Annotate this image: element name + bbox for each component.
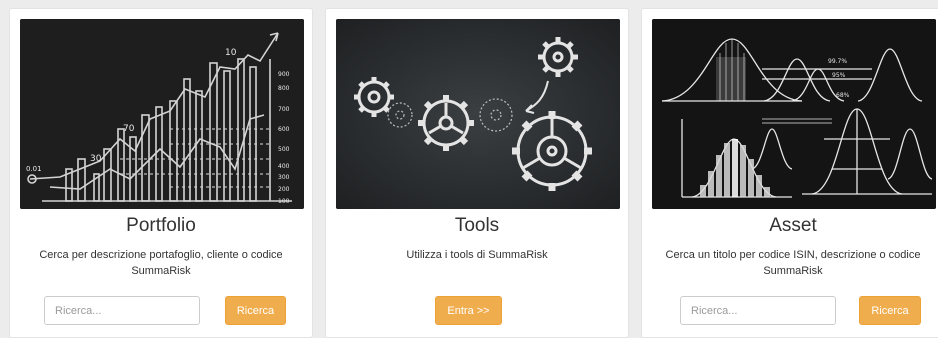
pct-label-68: 68%	[836, 92, 850, 99]
portfolio-title: Portfolio	[126, 215, 196, 236]
pct-label-997: 99.7%	[828, 58, 847, 65]
chart-label-70: 70	[123, 124, 135, 134]
tools-description: Utilizza i tools di SummaRisk	[406, 249, 548, 261]
axis-label-500: 500	[278, 146, 290, 153]
axis-label-600: 600	[278, 126, 290, 133]
axis-label-900: 900	[278, 71, 290, 78]
chart-label-10: 10	[225, 48, 237, 58]
axis-label-200: 200	[278, 186, 290, 193]
tools-card: Tools Utilizza i tools di SummaRisk Entr…	[325, 8, 629, 338]
asset-description: Cerca un titolo per codice ISIN, descriz…	[665, 249, 921, 277]
portfolio-search-input[interactable]	[44, 296, 200, 325]
asset-search-input[interactable]	[680, 296, 836, 325]
portfolio-chalk-chart-image: 10 70 30 0.01 900 800 700 600 500 400 30…	[20, 19, 304, 209]
tools-enter-button[interactable]: Entra >>	[435, 296, 502, 325]
axis-label-800: 800	[278, 85, 290, 92]
tools-title: Tools	[454, 215, 500, 236]
pct-label-95: 95%	[832, 72, 846, 79]
asset-title: Asset	[769, 215, 817, 236]
chart-label-30: 30	[90, 154, 102, 164]
axis-label-700: 700	[278, 106, 290, 113]
portfolio-search-button[interactable]: Ricerca	[225, 296, 286, 325]
asset-bell-curve-image: 99.7% 95% 68%	[652, 19, 936, 209]
asset-search-button[interactable]: Ricerca	[859, 296, 921, 325]
axis-label-300: 300	[278, 174, 290, 181]
axis-label-400: 400	[278, 163, 290, 170]
tools-gears-image	[336, 19, 620, 209]
chart-label-001: 0.01	[26, 165, 42, 173]
portfolio-description: Cerca per descrizione portafoglio, clien…	[39, 249, 283, 277]
asset-card: 99.7% 95% 68% Asset Cerca un titolo per …	[641, 8, 938, 338]
portfolio-card: 10 70 30 0.01 900 800 700 600 500 400 30…	[9, 8, 313, 338]
axis-label-100: 100	[278, 198, 290, 205]
